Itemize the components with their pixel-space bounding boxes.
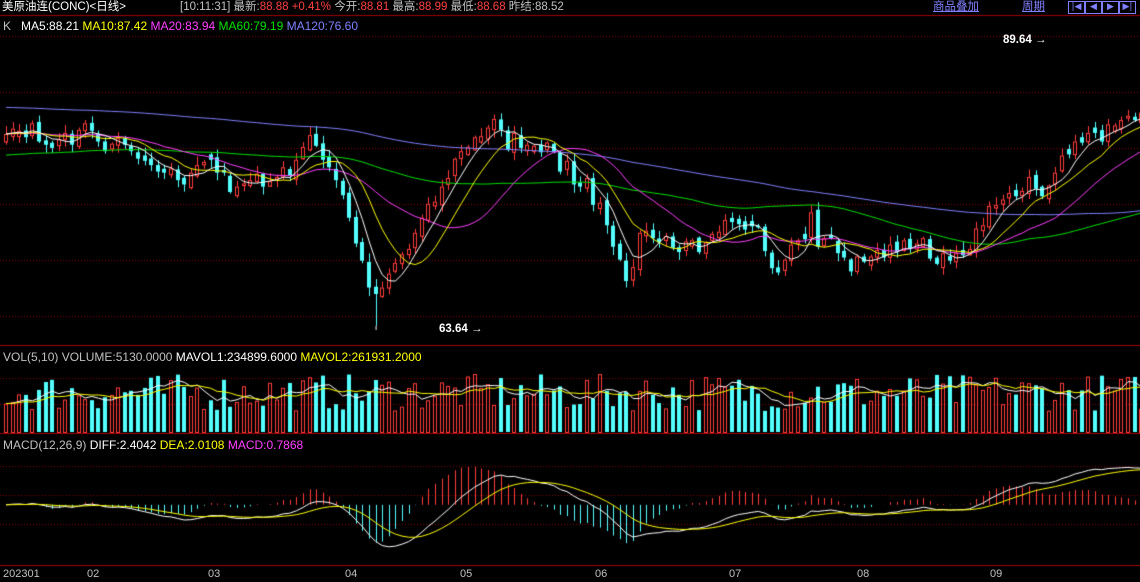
dea-legend: DEA:2.0108 (159, 438, 225, 452)
latest-value: 88.88 (259, 1, 289, 13)
latest-label: 最新: (233, 1, 260, 13)
high-price-annotation: 89.64 → (1003, 34, 1047, 46)
quote-time: [10:11:31] (180, 1, 231, 13)
first-page-icon[interactable]: |◀ (1068, 1, 1085, 14)
symbol-name: 美原油连(CONC) (2, 1, 90, 13)
mavol1-legend: MAVOL1:234899.6000 (175, 350, 297, 364)
x-tick-label: 04 (345, 568, 358, 580)
macd-value-legend: MACD:0.7868 (227, 438, 304, 452)
change-pct: +0.41% (291, 1, 332, 13)
overlay-commodity-menu[interactable]: 商品叠加 (933, 0, 979, 15)
open-label: 今开: (334, 1, 361, 13)
ma20-legend: MA20:83.94 (150, 19, 216, 33)
x-tick-label: 05 (460, 568, 473, 580)
ma120-legend: MA120:76.60 (286, 19, 358, 33)
k-legend-prefix: K (3, 19, 12, 33)
x-tick-label: 202301 (3, 568, 40, 580)
prev-settle-value: 88.52 (535, 1, 564, 13)
ma10-legend: MA10:87.42 (82, 19, 148, 33)
period-menu[interactable]: 周期 (1022, 0, 1045, 15)
open-value: 88.81 (360, 1, 390, 13)
x-tick-label: 02 (87, 568, 100, 580)
prev-settle-label: 昨结: (508, 1, 535, 13)
volume-legend: VOLUME:5130.0000 (61, 350, 173, 364)
quote-bar: [10:11:31] 最新:88.88 +0.41% 今开:88.81 最高:8… (180, 0, 564, 15)
low-price-value: 63.64 (439, 323, 468, 335)
ma5-legend: MA5:88.21 (21, 19, 80, 33)
high-label: 最高: (392, 1, 419, 13)
x-tick-label: 08 (857, 568, 870, 580)
k-legend: K MA5:88.21 MA10:87.42 MA20:83.94 MA60:7… (3, 19, 358, 33)
x-tick-label: 09 (990, 568, 1003, 580)
high-value: 88.99 (418, 1, 448, 13)
macd-legend-prefix: MACD(12,26,9) (3, 438, 87, 452)
price-chart-canvas[interactable] (0, 0, 1140, 582)
ma60-legend: MA60:79.19 (218, 19, 284, 33)
high-price-value: 89.64 (1003, 34, 1032, 46)
period-label: <日线> (89, 1, 126, 13)
diff-legend: DIFF:2.4042 (89, 438, 157, 452)
prev-page-icon[interactable]: ◀ (1085, 1, 1102, 14)
next-page-icon[interactable]: ▶ (1102, 1, 1119, 14)
x-tick-label: 06 (595, 568, 608, 580)
macd-legend: MACD(12,26,9) DIFF:2.4042 DEA:2.0108 MAC… (3, 438, 303, 452)
low-value: 88.68 (476, 1, 506, 13)
last-page-icon[interactable]: ▶| (1119, 1, 1136, 14)
x-tick-label: 07 (729, 568, 742, 580)
x-tick-label: 03 (208, 568, 221, 580)
vol-legend-prefix: VOL(5,10) (3, 350, 59, 364)
low-price-annotation: 63.64 → (439, 323, 483, 335)
vol-legend: VOL(5,10) VOLUME:5130.0000 MAVOL1:234899… (3, 350, 422, 364)
low-label: 最低: (450, 1, 477, 13)
symbol-title: 美原油连(CONC)<日线> (2, 0, 126, 15)
mavol2-legend: MAVOL2:261931.2000 (300, 350, 422, 364)
